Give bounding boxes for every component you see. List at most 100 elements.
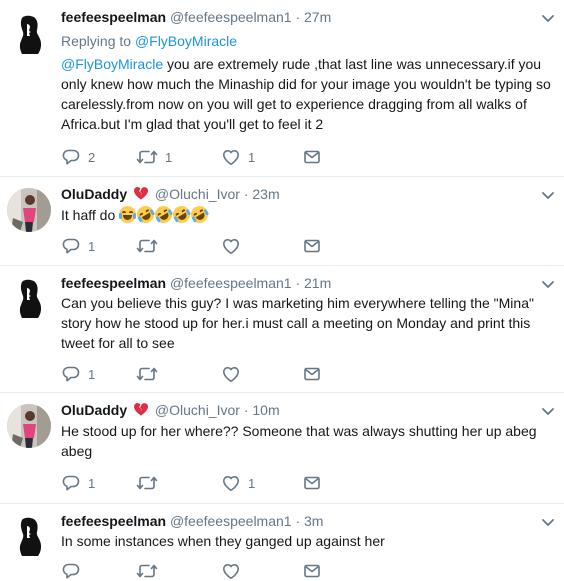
like-icon: [221, 473, 241, 493]
tweet[interactable]: feefeespeelman @feefeespeelman1 · 3m In …: [0, 504, 564, 581]
timestamp[interactable]: · 21m: [295, 275, 331, 291]
reply-button[interactable]: 1: [61, 364, 95, 384]
tweet[interactable]: OluDaddy @Oluchi_Ivor · 10m He stood up …: [0, 393, 564, 503]
reply-count: 2: [88, 149, 96, 165]
like-icon: [221, 561, 241, 581]
direct-message-button[interactable]: [302, 236, 322, 256]
like-count: 1: [248, 475, 256, 491]
reply-icon: [61, 147, 81, 167]
timestamp[interactable]: · 27m: [295, 9, 331, 25]
tweet-body: It haff do: [61, 207, 116, 223]
tweet-header: feefeespeelman @feefeespeelman1 · 21m: [61, 274, 534, 292]
user-handle[interactable]: @feefeespeelman1: [170, 513, 292, 529]
like-button[interactable]: [221, 364, 248, 384]
reply-icon: [61, 473, 81, 493]
tweet-body: He stood up for her where?? Someone that…: [61, 423, 537, 459]
user-handle[interactable]: @Oluchi_Ivor: [155, 402, 240, 418]
reply-count: 1: [88, 238, 96, 254]
rofl-emoji-icon: [188, 202, 212, 227]
direct-message-button[interactable]: [302, 147, 322, 167]
tweet-text: Can you believe this guy? I was marketin…: [61, 293, 556, 353]
like-button[interactable]: [221, 561, 248, 581]
like-icon: [221, 364, 241, 384]
retweet-icon: [136, 561, 158, 581]
display-name[interactable]: OluDaddy: [61, 402, 127, 418]
tweet-text: He stood up for her where?? Someone that…: [61, 421, 556, 461]
direct-message-button[interactable]: [302, 364, 322, 384]
tweet-header: feefeespeelman @feefeespeelman1 · 27m: [61, 8, 534, 26]
retweet-icon: [136, 473, 158, 493]
reply-icon: [61, 561, 81, 581]
like-button[interactable]: [221, 236, 248, 256]
tweet-actions: [61, 561, 361, 581]
broken-heart-icon: [133, 185, 149, 201]
timestamp[interactable]: · 23m: [244, 186, 280, 202]
like-button[interactable]: 1: [221, 147, 255, 167]
display-name[interactable]: OluDaddy: [61, 186, 127, 202]
retweet-button[interactable]: [136, 561, 165, 581]
tweet-actions: 2 1 1: [61, 147, 361, 167]
replying-to: Replying to @FlyBoyMiracle: [61, 32, 237, 50]
replying-to-user-link[interactable]: @FlyBoyMiracle: [135, 33, 237, 49]
reply-count: 1: [88, 366, 96, 382]
direct-message-button[interactable]: [302, 561, 322, 581]
retweet-button[interactable]: 1: [136, 147, 172, 167]
like-icon: [221, 147, 241, 167]
reply-button[interactable]: 1: [61, 473, 95, 493]
tweet-header: feefeespeelman @feefeespeelman1 · 3m: [61, 512, 534, 530]
direct-message-icon: [302, 473, 322, 493]
retweet-icon: [136, 236, 158, 256]
display-name[interactable]: feefeespeelman: [61, 513, 166, 529]
direct-message-icon: [302, 364, 322, 384]
timestamp[interactable]: · 3m: [295, 513, 323, 529]
chevron-down-icon[interactable]: [540, 403, 556, 419]
reply-button[interactable]: [61, 561, 88, 581]
tweet-header: OluDaddy @Oluchi_Ivor · 10m: [61, 401, 534, 419]
mention-link[interactable]: @FlyBoyMiracle: [61, 56, 163, 72]
reply-count: 1: [88, 475, 96, 491]
direct-message-icon: [302, 236, 322, 256]
direct-message-button[interactable]: [302, 473, 322, 493]
tweet[interactable]: feefeespeelman @feefeespeelman1 · 21m Ca…: [0, 266, 564, 392]
reply-button[interactable]: 1: [61, 236, 95, 256]
chevron-down-icon[interactable]: [540, 514, 556, 530]
avatar[interactable]: [7, 514, 51, 558]
retweet-button[interactable]: [136, 473, 165, 493]
chevron-down-icon[interactable]: [540, 10, 556, 26]
timestamp[interactable]: · 10m: [244, 402, 280, 418]
tweet-text: It haff do: [61, 202, 556, 227]
like-icon: [221, 236, 241, 256]
avatar[interactable]: [7, 12, 51, 56]
display-name[interactable]: feefeespeelman: [61, 275, 166, 291]
retweet-count: 1: [165, 149, 173, 165]
tweet[interactable]: feefeespeelman @feefeespeelman1 · 27m Re…: [0, 0, 564, 175]
tweet-body: In some instances when they ganged up ag…: [61, 533, 385, 549]
user-handle[interactable]: @feefeespeelman1: [170, 9, 292, 25]
replying-to-label: Replying to: [61, 33, 132, 49]
tweet-header: OluDaddy @Oluchi_Ivor · 23m: [61, 185, 534, 203]
chevron-down-icon[interactable]: [540, 276, 556, 292]
reply-icon: [61, 236, 81, 256]
tweet-text: @FlyBoyMiracle you are extremely rude ,t…: [61, 54, 556, 134]
avatar[interactable]: [7, 188, 51, 232]
user-handle[interactable]: @Oluchi_Ivor: [155, 186, 240, 202]
reply-button[interactable]: 2: [61, 147, 95, 167]
broken-heart-icon: [133, 401, 149, 417]
tweet-actions: 1 1: [61, 473, 361, 493]
tweet-actions: 1: [61, 236, 361, 256]
user-handle[interactable]: @feefeespeelman1: [170, 275, 292, 291]
avatar[interactable]: [7, 276, 51, 320]
display-name[interactable]: feefeespeelman: [61, 9, 166, 25]
tweet-text: In some instances when they ganged up ag…: [61, 531, 556, 551]
like-button[interactable]: 1: [221, 473, 255, 493]
retweet-button[interactable]: [136, 364, 165, 384]
retweet-icon: [136, 364, 158, 384]
chevron-down-icon[interactable]: [540, 187, 556, 203]
joy-emoji-icon: [119, 206, 137, 223]
direct-message-icon: [302, 147, 322, 167]
tweet-body: Can you believe this guy? I was marketin…: [61, 295, 534, 351]
tweet[interactable]: OluDaddy @Oluchi_Ivor · 23m It haff do 1: [0, 177, 564, 265]
direct-message-icon: [302, 561, 322, 581]
avatar[interactable]: [7, 404, 51, 448]
retweet-button[interactable]: [136, 236, 165, 256]
